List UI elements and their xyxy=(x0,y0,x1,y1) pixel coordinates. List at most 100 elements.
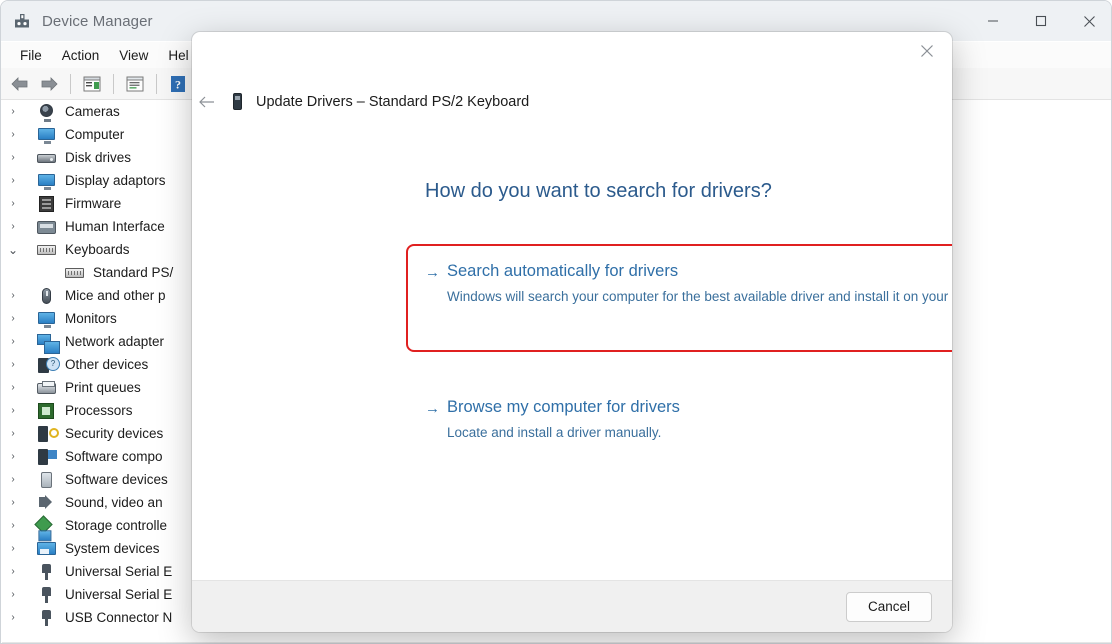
storage-controller-icon xyxy=(36,517,58,535)
human-interface-icon xyxy=(36,218,58,236)
dialog-title: Update Drivers – Standard PS/2 Keyboard xyxy=(256,94,529,110)
software-device-icon xyxy=(36,471,58,489)
properties-icon[interactable] xyxy=(79,72,105,96)
tree-item-label: Standard PS/ xyxy=(93,265,173,280)
toolbar-separator xyxy=(113,74,114,94)
dialog-question: How do you want to search for drivers? xyxy=(425,180,772,203)
tree-item-label: Other devices xyxy=(65,357,148,372)
tree-item-label: Sound, video an xyxy=(65,495,163,510)
show-hidden-devices-icon[interactable] xyxy=(122,72,148,96)
printer-icon xyxy=(36,379,58,397)
dialog-footer: Cancel xyxy=(192,580,952,632)
status-bar xyxy=(2,642,1112,643)
chevron-right-icon[interactable]: › xyxy=(2,520,24,531)
tree-item-label: Mice and other p xyxy=(65,288,166,303)
tree-item-label: Universal Serial E xyxy=(65,587,172,602)
device-manager-icon xyxy=(12,11,32,31)
system-device-icon xyxy=(36,540,58,558)
tree-item-label: Software compo xyxy=(65,449,163,464)
dialog-close-icon[interactable] xyxy=(904,34,950,68)
chevron-down-icon[interactable]: ⌄ xyxy=(2,243,24,257)
update-drivers-dialog: Update Drivers – Standard PS/2 Keyboard … xyxy=(192,32,952,632)
mouse-icon xyxy=(36,287,58,305)
other-device-icon xyxy=(36,356,58,374)
tree-item-label: Print queues xyxy=(65,380,141,395)
chevron-right-icon[interactable]: › xyxy=(2,451,24,462)
monitor-icon xyxy=(36,310,58,328)
arrow-right-icon: → xyxy=(425,398,447,417)
tree-item-label: USB Connector N xyxy=(65,610,172,625)
disk-drive-icon xyxy=(36,149,58,167)
chevron-right-icon[interactable]: › xyxy=(2,336,24,347)
toolbar-separator xyxy=(156,74,157,94)
software-component-icon xyxy=(36,448,58,466)
tree-item-label: Software devices xyxy=(65,472,168,487)
keyboard-device-icon xyxy=(228,92,246,112)
chevron-right-icon[interactable]: › xyxy=(2,198,24,209)
sound-device-icon xyxy=(36,494,58,512)
chevron-right-icon[interactable]: › xyxy=(2,290,24,301)
chevron-right-icon[interactable]: › xyxy=(2,313,24,324)
chevron-right-icon[interactable]: › xyxy=(2,359,24,370)
option-title[interactable]: Browse my computer for drivers xyxy=(447,398,680,417)
tree-item-label: Universal Serial E xyxy=(65,564,172,579)
menu-item-file[interactable]: File xyxy=(10,46,52,65)
tree-item-label: Computer xyxy=(65,127,124,142)
tree-item-label: Security devices xyxy=(65,426,163,441)
chevron-right-icon[interactable]: › xyxy=(2,129,24,140)
tree-item-label: Human Interface xyxy=(65,219,165,234)
chevron-right-icon[interactable]: › xyxy=(2,152,24,163)
dialog-header: Update Drivers – Standard PS/2 Keyboard xyxy=(192,80,952,124)
firmware-icon xyxy=(36,195,58,213)
toolbar-separator xyxy=(70,74,71,94)
tree-item-label: Firmware xyxy=(65,196,121,211)
processor-icon xyxy=(36,402,58,420)
display-adapter-icon xyxy=(36,172,58,190)
maximize-button[interactable] xyxy=(1017,1,1065,41)
usb-icon xyxy=(36,586,58,604)
camera-icon xyxy=(36,103,58,121)
chevron-right-icon[interactable]: › xyxy=(2,382,24,393)
tree-item-label: Keyboards xyxy=(65,242,130,257)
chevron-right-icon[interactable]: › xyxy=(2,175,24,186)
close-button[interactable] xyxy=(1065,1,1112,41)
chevron-right-icon[interactable]: › xyxy=(2,543,24,554)
network-adapter-icon xyxy=(36,333,58,351)
tree-item-label: System devices xyxy=(65,541,160,556)
help-icon[interactable]: ? xyxy=(165,72,191,96)
tree-item-label: Display adaptors xyxy=(65,173,166,188)
keyboard-icon xyxy=(64,264,86,282)
chevron-right-icon[interactable]: › xyxy=(2,612,24,623)
tree-item-label: Disk drives xyxy=(65,150,131,165)
chevron-right-icon[interactable]: › xyxy=(2,589,24,600)
tree-item-label: Monitors xyxy=(65,311,117,326)
option-subtitle: Locate and install a driver manually. xyxy=(447,423,952,443)
chevron-right-icon[interactable]: › xyxy=(2,428,24,439)
back-arrow-icon[interactable] xyxy=(7,72,33,96)
tree-item-label: Storage controlle xyxy=(65,518,167,533)
window-title: Device Manager xyxy=(42,13,153,30)
tree-item-label: Cameras xyxy=(65,104,120,119)
usb-icon xyxy=(36,563,58,581)
chevron-right-icon[interactable]: › xyxy=(2,405,24,416)
chevron-right-icon[interactable]: › xyxy=(2,221,24,232)
keyboard-icon xyxy=(36,241,58,259)
menu-item-action[interactable]: Action xyxy=(52,46,110,65)
usb-icon xyxy=(36,609,58,627)
forward-arrow-icon[interactable] xyxy=(36,72,62,96)
menu-item-view[interactable]: View xyxy=(109,46,158,65)
highlight-annotation xyxy=(406,244,952,352)
chevron-right-icon[interactable]: › xyxy=(2,474,24,485)
chevron-right-icon[interactable]: › xyxy=(2,497,24,508)
tree-item-label: Network adapter xyxy=(65,334,164,349)
computer-icon xyxy=(36,126,58,144)
minimize-button[interactable] xyxy=(969,1,1017,41)
back-arrow-icon[interactable] xyxy=(192,87,222,117)
chevron-right-icon[interactable]: › xyxy=(2,566,24,577)
window-controls xyxy=(969,1,1112,41)
option-browse-my-computer[interactable]: → Browse my computer for drivers Locate … xyxy=(425,398,952,443)
chevron-right-icon[interactable]: › xyxy=(2,106,24,117)
cancel-button[interactable]: Cancel xyxy=(846,592,932,622)
tree-item-label: Processors xyxy=(65,403,133,418)
security-device-icon xyxy=(36,425,58,443)
